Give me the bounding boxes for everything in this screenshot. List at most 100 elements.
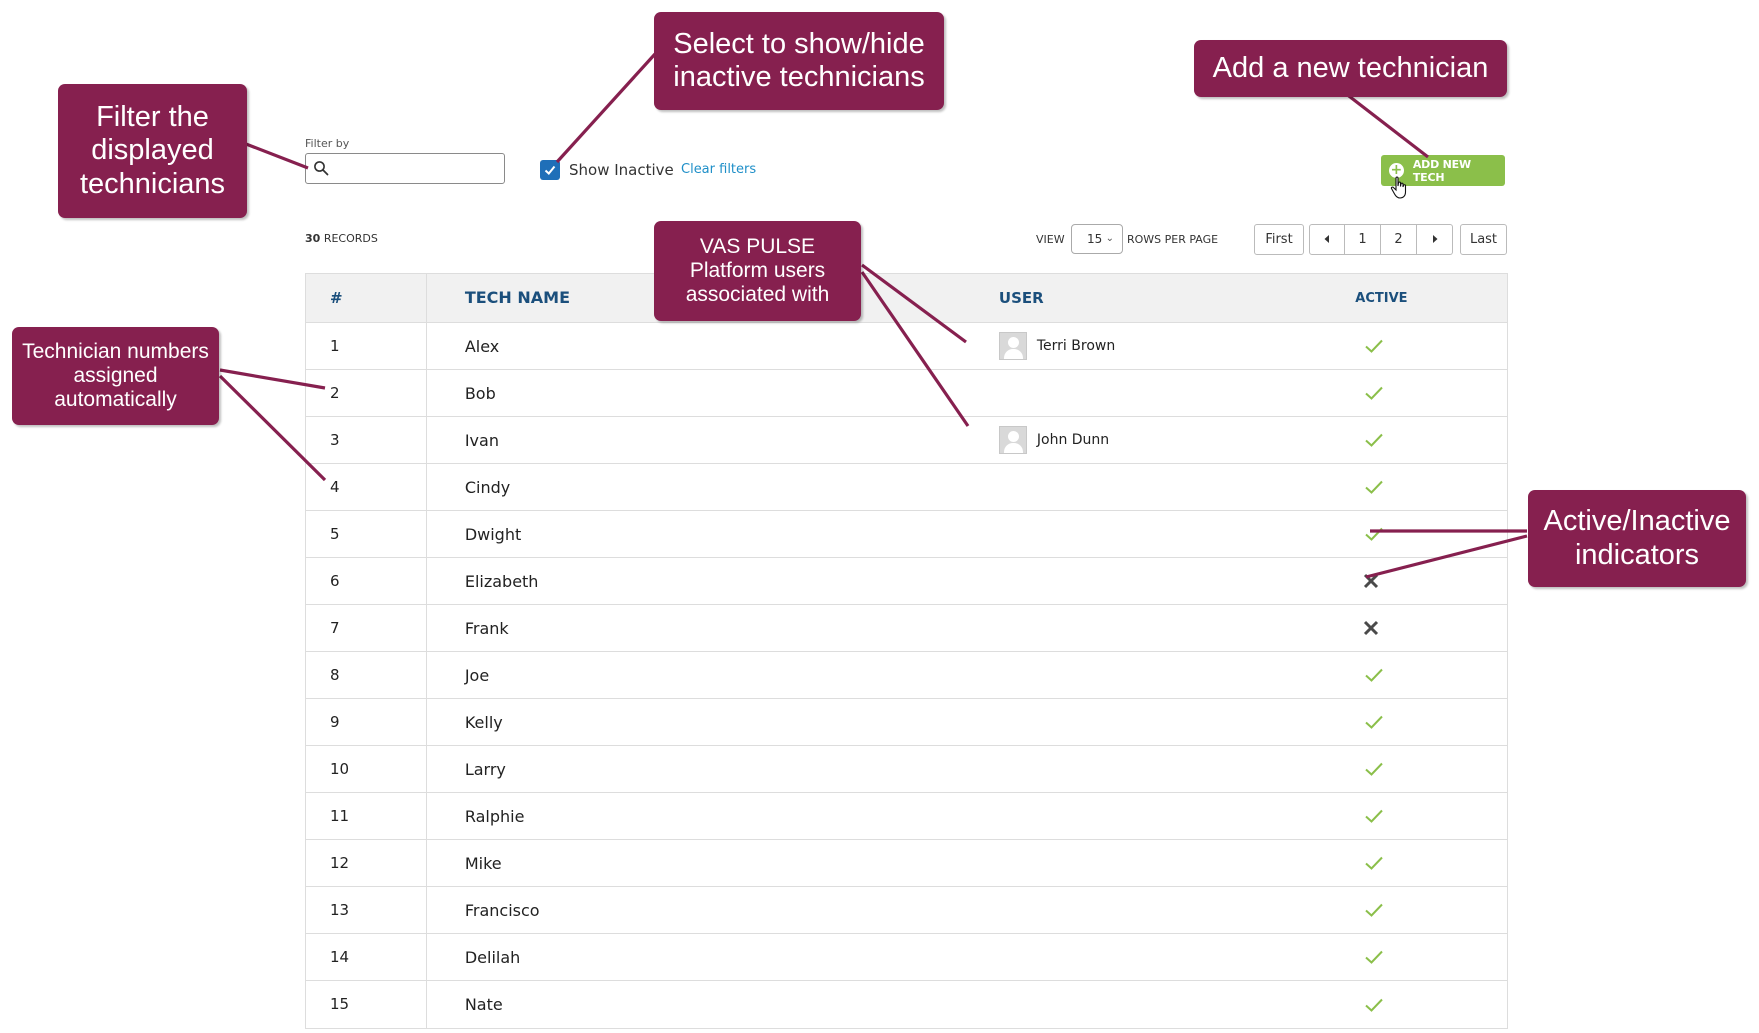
last-page-button[interactable]: Last <box>1460 224 1507 255</box>
tech-number: 1 <box>306 323 427 369</box>
tech-name[interactable]: Alex <box>427 323 975 369</box>
tech-name[interactable]: Kelly <box>427 699 975 745</box>
show-inactive-toggle[interactable]: Show Inactive <box>540 160 674 180</box>
tech-user: Terri Brown <box>975 323 1329 369</box>
user-name[interactable]: Terri Brown <box>1037 338 1115 354</box>
tech-name[interactable]: Ralphie <box>427 793 975 839</box>
active-indicator <box>1329 934 1507 980</box>
table-row[interactable]: 10 Larry <box>306 746 1507 793</box>
tech-name[interactable]: Dwight <box>427 511 975 557</box>
check-icon <box>1365 480 1383 494</box>
active-indicator <box>1329 840 1507 886</box>
check-icon <box>1365 715 1383 729</box>
tech-user <box>975 511 1329 557</box>
tech-number: 11 <box>306 793 427 839</box>
callout-numbers: Technician numbers assigned automaticall… <box>12 327 219 425</box>
tech-name[interactable]: Mike <box>427 840 975 886</box>
filter-box[interactable] <box>305 153 505 184</box>
clear-filters-link[interactable]: Clear filters <box>681 162 756 177</box>
table-row[interactable]: 14 Delilah <box>306 934 1507 981</box>
check-icon <box>1365 809 1383 823</box>
tech-number: 10 <box>306 746 427 792</box>
table-row[interactable]: 9 Kelly <box>306 699 1507 746</box>
tech-name[interactable]: Frank <box>427 605 975 651</box>
callout-show-inactive: Select to show/hide inactive technicians <box>654 12 944 110</box>
table-row[interactable]: 5 Dwight <box>306 511 1507 558</box>
active-indicator <box>1329 652 1507 698</box>
tech-number: 8 <box>306 652 427 698</box>
active-indicator <box>1329 511 1507 557</box>
hand-cursor-icon <box>1390 176 1407 199</box>
callout-users: VAS PULSE Platform users associated with <box>654 221 861 321</box>
caret-right-icon <box>1432 235 1437 243</box>
rows-per-page-label: ROWS PER PAGE <box>1127 233 1219 246</box>
avatar-icon <box>998 332 1027 360</box>
table-row[interactable]: 13 Francisco <box>306 887 1507 934</box>
tech-user <box>975 558 1329 604</box>
header-user[interactable]: USER <box>975 274 1329 322</box>
tech-name[interactable]: Ivan <box>427 417 975 463</box>
next-page-button[interactable] <box>1417 224 1453 255</box>
table-header: # TECH NAME USER ACTIVE <box>306 274 1507 323</box>
tech-user <box>975 746 1329 792</box>
tech-number: 6 <box>306 558 427 604</box>
active-indicator <box>1329 887 1507 933</box>
checkmark-icon <box>544 165 556 175</box>
tech-name[interactable]: Joe <box>427 652 975 698</box>
active-indicator <box>1329 793 1507 839</box>
active-indicator <box>1329 323 1507 369</box>
tech-number: 5 <box>306 511 427 557</box>
active-indicator <box>1329 370 1507 416</box>
tech-user: John Dunn <box>975 417 1329 463</box>
tech-user <box>975 840 1329 886</box>
tech-user <box>975 652 1329 698</box>
tech-name[interactable]: Delilah <box>427 934 975 980</box>
active-indicator <box>1329 699 1507 745</box>
records-number: 30 <box>305 232 321 245</box>
table-row[interactable]: 12 Mike <box>306 840 1507 887</box>
leader-show-inactive <box>555 52 657 164</box>
tech-name[interactable]: Larry <box>427 746 975 792</box>
table-row[interactable]: 15 Nate <box>306 981 1507 1028</box>
table-row[interactable]: 11 Ralphie <box>306 793 1507 840</box>
table-row[interactable]: 8 Joe <box>306 652 1507 699</box>
tech-number: 12 <box>306 840 427 886</box>
user-name[interactable]: John Dunn <box>1037 432 1109 448</box>
header-num[interactable]: # <box>306 274 427 322</box>
tech-number: 4 <box>306 464 427 510</box>
tech-name[interactable]: Nate <box>427 981 975 1028</box>
active-indicator <box>1329 981 1507 1028</box>
tech-user <box>975 699 1329 745</box>
callout-add-tech: Add a new technician <box>1194 40 1507 97</box>
header-active[interactable]: ACTIVE <box>1329 274 1507 322</box>
table-row[interactable]: 3 Ivan John Dunn <box>306 417 1507 464</box>
page-2-button[interactable]: 2 <box>1381 224 1417 255</box>
check-icon <box>1365 668 1383 682</box>
tech-user <box>975 934 1329 980</box>
tech-user <box>975 887 1329 933</box>
table-row[interactable]: 4 Cindy <box>306 464 1507 511</box>
show-inactive-checkbox[interactable] <box>540 160 560 180</box>
rows-per-page-select[interactable]: 15 ⌄ <box>1071 224 1123 254</box>
tech-name[interactable]: Cindy <box>427 464 975 510</box>
tech-name[interactable]: Elizabeth <box>427 558 975 604</box>
first-page-button[interactable]: First <box>1254 224 1304 255</box>
prev-page-button[interactable] <box>1309 224 1345 255</box>
tech-name[interactable]: Francisco <box>427 887 975 933</box>
table-row[interactable]: 6 Elizabeth <box>306 558 1507 605</box>
active-indicator <box>1329 605 1507 651</box>
tech-user <box>975 464 1329 510</box>
page-1-button[interactable]: 1 <box>1345 224 1381 255</box>
filter-input[interactable] <box>332 157 500 180</box>
tech-name[interactable]: Bob <box>427 370 975 416</box>
callout-active: Active/Inactive indicators <box>1528 490 1746 587</box>
active-indicator <box>1329 746 1507 792</box>
table-row[interactable]: 2 Bob <box>306 370 1507 417</box>
tech-number: 14 <box>306 934 427 980</box>
records-label: RECORDS <box>323 232 378 245</box>
table-row[interactable]: 7 Frank <box>306 605 1507 652</box>
cross-icon <box>1364 620 1379 636</box>
cross-icon <box>1364 573 1379 589</box>
table-row[interactable]: 1 Alex Terri Brown <box>306 323 1507 370</box>
tech-number: 15 <box>306 981 427 1028</box>
